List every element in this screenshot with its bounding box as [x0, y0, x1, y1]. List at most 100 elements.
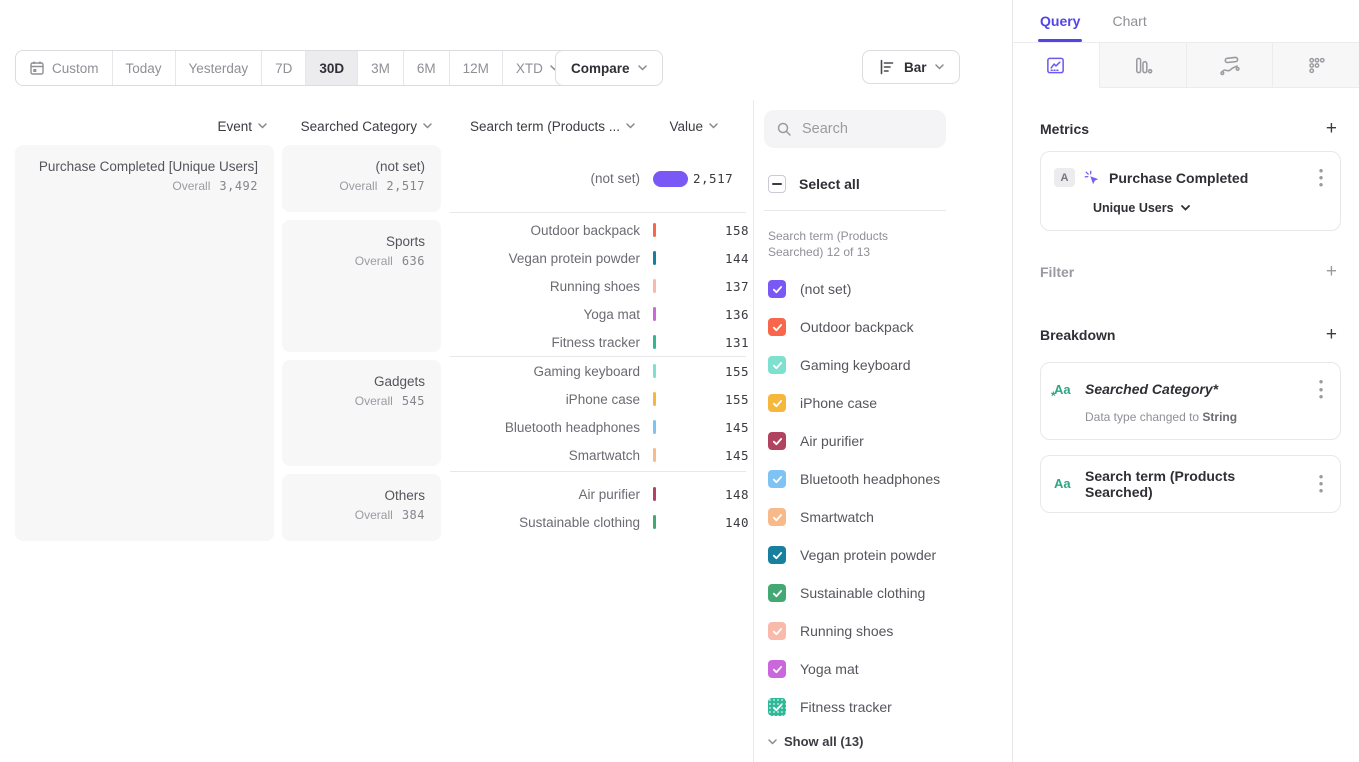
date-range-6m[interactable]: 6M — [403, 51, 449, 85]
search-term-label: (not set) — [450, 171, 640, 186]
category-cell: OthersOverall384 — [282, 474, 441, 541]
category-overall: Overall636 — [298, 254, 425, 268]
date-range-12m[interactable]: 12M — [449, 51, 502, 85]
breakdown-card[interactable]: Aa Search term (Products Searched) ••• — [1040, 455, 1341, 513]
filter-item[interactable]: (not set) — [768, 270, 1012, 308]
tab-query[interactable]: Query — [1040, 0, 1080, 42]
bar-chart-icon — [878, 58, 896, 76]
event-name: Purchase Completed [Unique Users] — [31, 159, 258, 174]
filter-item-label: Air purifier — [800, 433, 864, 449]
filter-item[interactable]: iPhone case — [768, 384, 1012, 422]
show-all-toggle[interactable]: Show all (13) — [768, 734, 863, 749]
divider — [764, 210, 946, 211]
report-tab-funnels[interactable] — [1100, 43, 1187, 88]
group-divider — [450, 471, 746, 472]
value-bar-zone — [653, 392, 719, 406]
filter-item[interactable]: Yoga mat — [768, 650, 1012, 688]
date-range-label: 7D — [275, 61, 292, 76]
date-range-30d[interactable]: 30D — [305, 51, 357, 85]
filter-item[interactable]: Smartwatch — [768, 498, 1012, 536]
series-filter-panel: Select all Search term (Products Searche… — [754, 100, 1012, 762]
add-filter-button[interactable]: + — [1322, 260, 1341, 283]
breakdown-header: Breakdown — [1040, 327, 1115, 343]
checked-checkbox-icon — [768, 584, 786, 602]
chevron-down-icon — [1181, 205, 1190, 211]
note-text: Data type changed to — [1085, 410, 1202, 424]
chevron-down-icon — [258, 123, 267, 129]
search-term-label: Vegan protein powder — [450, 251, 640, 266]
overall-value: 3,492 — [219, 179, 258, 193]
select-all-checkbox[interactable]: Select all — [768, 175, 1012, 193]
overall-label: Overall — [355, 508, 393, 522]
date-range-3m[interactable]: 3M — [357, 51, 403, 85]
string-property-icon: Aa — [1054, 476, 1076, 491]
overall-value: 545 — [402, 394, 425, 408]
value-bar — [653, 307, 656, 321]
filter-item-label: iPhone case — [800, 395, 877, 411]
kebab-menu-icon[interactable]: ••• — [1315, 473, 1327, 494]
overall-value: 384 — [402, 508, 425, 522]
kebab-menu-icon[interactable]: ••• — [1315, 378, 1327, 399]
filter-item[interactable]: Bluetooth headphones — [768, 460, 1012, 498]
filter-item-label: Bluetooth headphones — [800, 471, 940, 487]
date-range-7d[interactable]: 7D — [261, 51, 305, 85]
checked-checkbox-icon — [768, 432, 786, 450]
filter-item[interactable]: Air purifier — [768, 422, 1012, 460]
date-range-label: 3M — [371, 61, 390, 76]
compare-button[interactable]: Compare — [555, 50, 663, 86]
aggregation-selector[interactable]: Unique Users — [1093, 201, 1327, 215]
value-number: 145 — [725, 448, 749, 463]
column-header-event[interactable]: Event — [15, 116, 267, 136]
search-input-wrap[interactable] — [764, 110, 946, 148]
chevron-down-icon — [768, 739, 777, 745]
value-bar-zone — [653, 515, 719, 529]
kebab-menu-icon[interactable]: ••• — [1315, 167, 1327, 188]
search-term-label: Air purifier — [450, 487, 640, 502]
search-term-label: Outdoor backpack — [450, 223, 640, 238]
breakdown-note: Data type changed to String — [1085, 410, 1327, 424]
filter-item[interactable]: Sustainable clothing — [768, 574, 1012, 612]
indeterminate-checkbox-icon — [768, 175, 786, 193]
column-header-search-term[interactable]: Search term (Products ... — [450, 116, 635, 136]
column-header-searched-category[interactable]: Searched Category — [282, 116, 432, 136]
breakdown-card[interactable]: Aa* Searched Category* ••• Data type cha… — [1040, 362, 1341, 439]
chart-type-button[interactable]: Bar — [862, 50, 960, 84]
category-cell: (not set)Overall2,517 — [282, 145, 441, 212]
column-header-label: Event — [217, 119, 252, 134]
date-range-today[interactable]: Today — [112, 51, 175, 85]
filter-item[interactable]: Outdoor backpack — [768, 308, 1012, 346]
checked-checkbox-icon — [768, 356, 786, 374]
value-row: Gaming keyboard155 — [450, 357, 750, 385]
filter-item[interactable]: Gaming keyboard — [768, 346, 1012, 384]
column-header-label: Search term (Products ... — [470, 119, 620, 134]
report-type-tabs — [1013, 43, 1359, 88]
filter-header: Filter — [1040, 264, 1074, 280]
add-breakdown-button[interactable]: + — [1322, 323, 1341, 346]
report-tab-insights[interactable] — [1013, 43, 1100, 88]
compare-label: Compare — [571, 61, 630, 76]
metrics-header: Metrics — [1040, 121, 1089, 137]
date-range-custom[interactable]: Custom — [16, 51, 112, 85]
filter-item[interactable]: Vegan protein powder — [768, 536, 1012, 574]
checked-checkbox-icon — [768, 394, 786, 412]
value-number: 144 — [725, 251, 749, 266]
report-tab-flows[interactable] — [1187, 43, 1274, 88]
tab-chart[interactable]: Chart — [1112, 0, 1146, 42]
filter-item-list: (not set) Outdoor backpack Gaming keyboard… — [764, 270, 1012, 726]
metric-card[interactable]: A Purchase Completed ••• Unique Users — [1040, 151, 1341, 231]
filter-item-label: Outdoor backpack — [800, 319, 914, 335]
filter-item[interactable]: Fitness tracker — [768, 688, 1012, 726]
search-input[interactable] — [802, 121, 932, 137]
query-panel: Query Chart Metrics + A Purchase Complet… — [1012, 0, 1359, 762]
note-bold-text: String — [1202, 410, 1237, 424]
date-range-yesterday[interactable]: Yesterday — [175, 51, 262, 85]
column-header-label: Value — [669, 119, 703, 134]
column-header-value[interactable]: Value — [640, 116, 718, 136]
add-metric-button[interactable]: + — [1322, 117, 1341, 140]
value-group: Outdoor backpack158Vegan protein powder1… — [450, 216, 750, 356]
value-bar — [653, 364, 656, 378]
value-number: 2,517 — [693, 171, 733, 186]
report-tab-retention[interactable] — [1273, 43, 1359, 88]
filter-item[interactable]: Running shoes — [768, 612, 1012, 650]
value-number: 148 — [725, 487, 749, 502]
